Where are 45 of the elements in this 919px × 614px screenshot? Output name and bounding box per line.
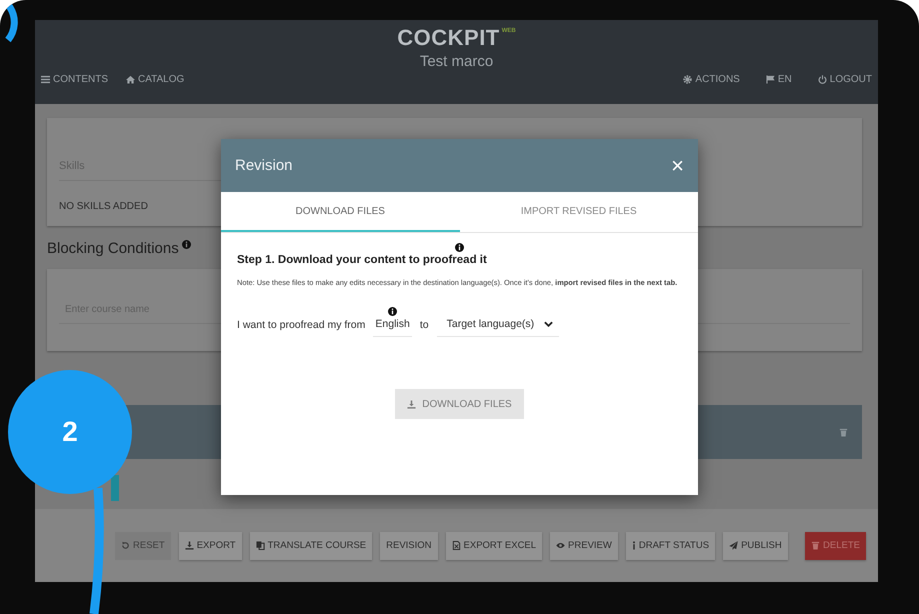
nav-link[interactable]: CATALOG — [126, 74, 184, 85]
nav-link[interactable]: ACTIONS — [683, 74, 740, 85]
toolbar-button[interactable]: PUBLISH — [723, 532, 788, 560]
nav-link[interactable]: CONTENTS — [41, 74, 108, 85]
toolbar-button[interactable]: EXPORT — [178, 532, 242, 560]
empty-message: NO SKILLS ADDED — [59, 201, 148, 212]
chevron-down-icon — [544, 321, 554, 327]
side-tab[interactable] — [111, 475, 119, 501]
logo-text: COCKPIT — [397, 25, 500, 51]
paper-plane-icon — [729, 541, 738, 550]
trash-icon[interactable] — [839, 428, 848, 436]
download-icon — [407, 400, 416, 408]
flag-icon — [766, 75, 775, 84]
toolbar-button[interactable]: REVISION — [380, 532, 438, 560]
sentence-text: I want to proofread my from — [237, 319, 366, 333]
tab[interactable]: DOWNLOAD FILES — [221, 192, 460, 232]
dialog-title: Revision — [235, 157, 293, 174]
nav-link[interactable]: EN — [766, 74, 792, 85]
nav-link[interactable]: LOGOUT — [818, 74, 872, 85]
step-heading: Step 1. Download your content to proofread it — [237, 254, 488, 266]
target-language-select[interactable]: Target language(s) — [436, 318, 560, 337]
toolbar-button[interactable]: DELETE — [805, 532, 866, 560]
info-icon — [388, 307, 398, 316]
download-icon — [184, 541, 194, 550]
reset-icon — [121, 541, 130, 550]
toolbar-button[interactable]: PREVIEW — [550, 532, 618, 560]
source-language: English — [373, 318, 412, 337]
toolbar-button[interactable]: EXPORT EXCEL — [446, 532, 542, 560]
course-title: Test marco — [420, 53, 494, 70]
documents-icon — [256, 541, 265, 550]
power-icon — [818, 75, 827, 84]
trash-icon — [811, 541, 820, 550]
sentence-text: to — [420, 319, 429, 333]
toolbar-button[interactable]: DRAFT STATUS — [626, 532, 716, 560]
eye-icon — [556, 541, 566, 550]
info-icon — [632, 541, 636, 550]
home-icon — [126, 75, 135, 84]
toolbar-button[interactable]: TRANSLATE COURSE — [250, 532, 372, 560]
section-title: Blocking Conditions — [47, 240, 179, 257]
menu-icon — [41, 75, 50, 84]
close-button[interactable]: × — [671, 152, 684, 178]
settings-icon — [683, 75, 692, 84]
info-icon — [455, 243, 464, 252]
file-icon — [452, 541, 461, 550]
info-icon — [182, 240, 191, 249]
